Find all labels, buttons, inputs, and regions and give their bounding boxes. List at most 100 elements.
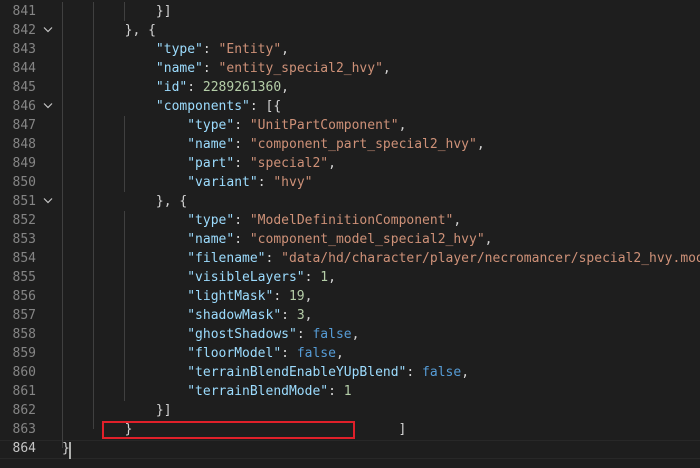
code-line[interactable]: 849 "part": "special2", — [0, 154, 700, 173]
code-line[interactable]: 843 "type": "Entity", — [0, 40, 700, 59]
code-token: "type" — [187, 213, 235, 228]
code-token: , — [398, 118, 407, 133]
code-token: , — [461, 365, 470, 380]
code-token: : — [257, 175, 274, 190]
code-text: "terrainBlendMode": 1 — [62, 382, 352, 401]
code-line[interactable]: 861 "terrainBlendMode": 1 — [0, 382, 700, 401]
code-token: }] — [62, 4, 172, 19]
line-number: 848 — [12, 137, 36, 152]
code-token: "lightMask" — [187, 289, 274, 304]
code-text: "terrainBlendEnableYUpBlend": false, — [62, 363, 469, 382]
chevron-down-icon[interactable] — [42, 192, 54, 211]
code-token: : — [234, 118, 250, 133]
code-text: }, { — [62, 192, 187, 211]
code-line[interactable]: 851 }, { — [0, 192, 700, 211]
code-token: : — [234, 213, 250, 228]
code-token: : — [281, 308, 297, 323]
code-token: : — [202, 42, 219, 57]
code-token: , — [382, 61, 391, 76]
code-token: "terrainBlendEnableYUpBlend" — [187, 365, 407, 380]
line-number: 860 — [12, 365, 36, 380]
code-line[interactable]: 860 "terrainBlendEnableYUpBlend": false, — [0, 363, 700, 382]
code-text: "floorModel": false, — [62, 344, 344, 363]
code-token: , — [476, 137, 485, 152]
code-line[interactable]: 844 "name": "entity_special2_hvy", — [0, 59, 700, 78]
line-number: 850 — [12, 175, 36, 190]
code-line[interactable]: 848 "name": "component_part_special2_hvy… — [0, 135, 700, 154]
code-token: "variant" — [187, 175, 258, 190]
code-editor[interactable]: 841 }] 842 }, {843 "type": "Entity", 844 "… — [0, 0, 700, 468]
code-line[interactable]: 857 "shadowMask": 3, — [0, 306, 700, 325]
code-line[interactable]: 864} — [0, 439, 700, 458]
code-line[interactable]: 859 "floorModel": false, — [0, 344, 700, 363]
code-text: "type": "Entity", — [62, 40, 289, 59]
code-line[interactable]: 853 "name": "component_model_special2_hv… — [0, 230, 700, 249]
code-token: , — [304, 289, 313, 304]
code-line[interactable]: 852 "type": "ModelDefinitionComponent", — [0, 211, 700, 230]
code-token: , — [328, 270, 336, 285]
code-token: , — [304, 308, 313, 323]
code-text: "name": "component_model_special2_hvy", — [62, 230, 492, 249]
code-line[interactable]: 858 "ghostShadows": false, — [0, 325, 700, 344]
code-text: "visibleLayers": 1, — [62, 268, 336, 287]
code-line[interactable]: 850 "variant": "hvy" — [0, 173, 700, 192]
line-number: 843 — [12, 42, 36, 57]
code-token: , — [281, 42, 289, 57]
code-token: "id" — [155, 80, 188, 95]
code-token: false — [422, 365, 462, 380]
code-token: "special2" — [249, 156, 329, 171]
code-token: "component_part_special2_hvy" — [249, 137, 477, 152]
code-text: "type": "UnitPartComponent", — [62, 116, 406, 135]
code-token: "name" — [187, 232, 235, 247]
code-token: "filename" — [187, 251, 266, 266]
code-line[interactable]: 855 "visibleLayers": 1, — [0, 268, 700, 287]
annotation-highlight-box — [102, 421, 355, 439]
code-line[interactable]: 847 "type": "UnitPartComponent", — [0, 116, 700, 135]
line-number: 849 — [12, 156, 36, 171]
code-token: : — [296, 327, 313, 342]
code-token: , — [351, 327, 360, 342]
code-line[interactable]: 846 "components": [{ — [0, 97, 700, 116]
code-token: "name" — [187, 137, 235, 152]
code-line[interactable]: 842 }, { — [0, 21, 700, 40]
code-text: "filename": "data/hd/character/player/ne… — [62, 249, 700, 268]
code-token: : — [265, 251, 282, 266]
code-token: }] — [62, 403, 172, 418]
code-token: "ModelDefinitionComponent" — [249, 213, 454, 228]
line-number: 851 — [12, 194, 36, 209]
code-text: "shadowMask": 3, — [62, 306, 312, 325]
code-line[interactable]: 841 }] — [0, 2, 700, 21]
line-number: 854 — [12, 251, 36, 266]
code-text: }] — [62, 2, 172, 21]
line-number: 858 — [12, 327, 36, 342]
code-line[interactable]: 845 "id": 2289261360, — [0, 78, 700, 97]
code-token: : — [202, 61, 219, 76]
code-line[interactable]: 862 }] — [0, 401, 700, 420]
line-number: 864 — [12, 441, 36, 456]
code-text: "id": 2289261360, — [62, 78, 289, 97]
code-token: 19 — [288, 289, 305, 304]
line-number: 847 — [12, 118, 36, 133]
code-token: "hvy" — [273, 175, 313, 190]
chevron-down-icon[interactable] — [42, 21, 54, 40]
chevron-down-icon[interactable] — [42, 97, 54, 116]
code-line[interactable]: 854 "filename": "data/hd/character/playe… — [0, 249, 700, 268]
code-token: , — [328, 156, 336, 171]
code-token: 3 — [296, 308, 305, 323]
code-token: "shadowMask" — [187, 308, 282, 323]
code-line[interactable]: 856 "lightMask": 19, — [0, 287, 700, 306]
code-token: : — [187, 80, 203, 95]
line-number: 857 — [12, 308, 36, 323]
code-text: "lightMask": 19, — [62, 287, 312, 306]
code-token: 1 — [343, 384, 352, 399]
text-cursor — [69, 442, 71, 459]
